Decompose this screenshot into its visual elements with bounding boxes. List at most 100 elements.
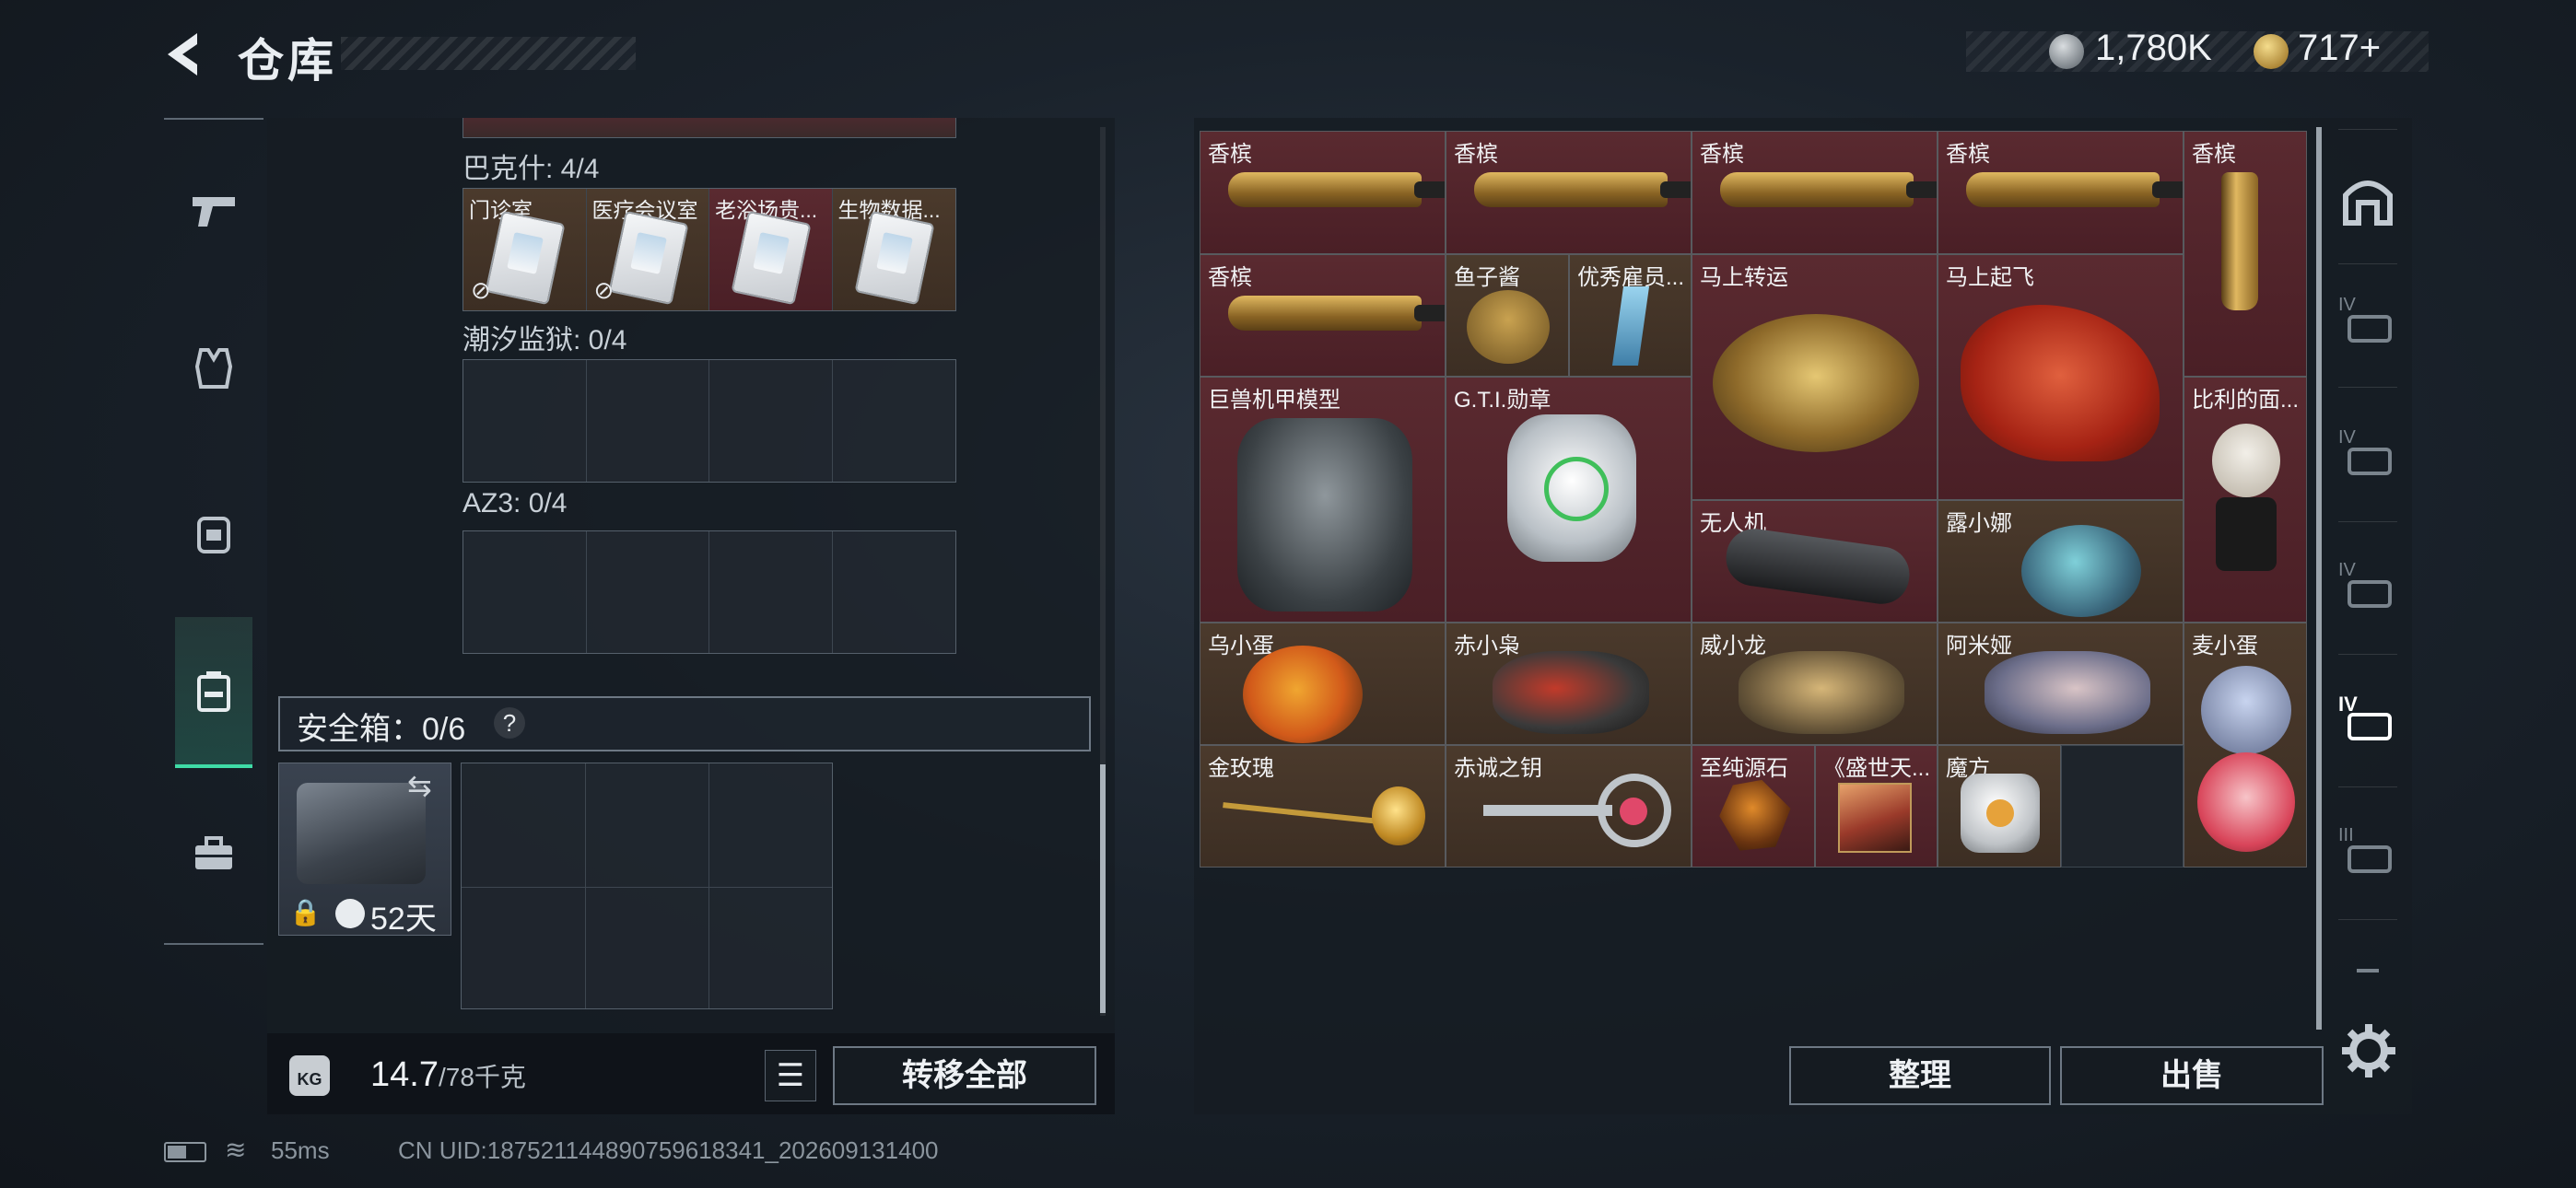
right-nav-case-2[interactable]: IV — [2331, 409, 2405, 501]
bunny-head-icon — [2201, 666, 2291, 754]
item-label: 香槟 — [1946, 142, 1990, 167]
weight-icon: KG — [289, 1055, 330, 1096]
item-employee-award[interactable]: 优秀雇员... — [1569, 254, 1692, 377]
item-champagne[interactable]: 香槟 — [1446, 131, 1692, 254]
tier-label: IV — [2338, 295, 2356, 315]
item-chi-xiaoxiao[interactable]: 赤小枭 — [1446, 623, 1692, 745]
item-golden-rose[interactable]: 金玫瑰 — [1200, 745, 1446, 868]
tier-iv-case-icon: IV — [2338, 295, 2397, 350]
empty-storage-cell[interactable] — [2061, 745, 2184, 868]
item-amiya[interactable]: 阿米娅 — [1938, 623, 2184, 745]
right-nav-case-4-active[interactable]: IV — [2331, 674, 2405, 766]
swap-icon[interactable]: ⇆ — [407, 768, 432, 803]
item-good-fortune[interactable]: 马上转运 — [1692, 254, 1938, 500]
key-slot[interactable]: 医疗会议室 ⊘ — [586, 189, 709, 310]
gold-currency-value[interactable]: 717+ — [2298, 28, 2381, 69]
item-label: 香槟 — [1208, 142, 1252, 167]
champagne-bottle-icon — [1966, 172, 2183, 207]
safe-box-grid[interactable] — [461, 763, 833, 1009]
item-label: 香槟 — [1454, 142, 1498, 167]
empty-key-slot[interactable] — [709, 360, 833, 482]
title-decoration — [341, 37, 636, 70]
item-lu-xiaona[interactable]: 露小娜 — [1938, 500, 2184, 623]
gti-emblem-icon — [1544, 457, 1609, 521]
item-gti-medal[interactable]: G.T.I.勋章 — [1446, 377, 1692, 623]
right-nav-divider — [2338, 129, 2397, 130]
keycard-icon — [607, 210, 689, 306]
keycard-icon — [485, 210, 566, 306]
empty-key-slot[interactable] — [463, 531, 587, 653]
right-nav-divider — [2338, 387, 2397, 388]
help-icon[interactable]: ? — [494, 707, 525, 739]
nav-backpack[interactable] — [164, 477, 263, 588]
champagne-bottle-icon — [1720, 172, 1937, 207]
item-label: 比利的面... — [2192, 388, 2300, 413]
previous-section-slot-row — [463, 118, 956, 138]
item-champagne[interactable]: 香槟 — [2184, 131, 2307, 377]
item-drone[interactable]: 无人机 — [1692, 500, 1938, 623]
item-magic-cube[interactable]: 魔方 — [1938, 745, 2061, 868]
nav-toolbox[interactable] — [164, 799, 263, 910]
nav-armor[interactable] — [164, 313, 263, 424]
item-label: 金玫瑰 — [1208, 756, 1274, 781]
key-slot[interactable]: 门诊室 ⊘ — [463, 189, 587, 310]
empty-key-slot[interactable] — [709, 531, 833, 653]
tier-label: III — [2338, 825, 2354, 845]
item-label: 赤诚之钥 — [1454, 756, 1542, 781]
right-scrollbar-thumb[interactable] — [2316, 127, 2322, 1030]
sell-button[interactable]: 出售 — [2060, 1046, 2324, 1105]
item-mech-model[interactable]: 巨兽机甲模型 — [1200, 377, 1446, 623]
left-scrollbar-thumb[interactable] — [1100, 764, 1106, 1013]
settings-button[interactable] — [2340, 1022, 2397, 1079]
item-label: 威小龙 — [1700, 634, 1766, 658]
right-nav-base[interactable] — [2331, 155, 2405, 247]
item-champagne[interactable]: 香槟 — [1692, 131, 1938, 254]
item-pure-originium[interactable]: 至纯源石 — [1692, 745, 1815, 868]
empty-key-slot[interactable] — [586, 531, 709, 653]
item-wei-xiaolong[interactable]: 威小龙 — [1692, 623, 1938, 745]
item-label: 马上转运 — [1700, 265, 1788, 290]
back-button[interactable] — [158, 28, 214, 81]
item-champagne[interactable]: 香槟 — [1200, 131, 1446, 254]
gun-icon — [193, 197, 235, 227]
empty-key-slot[interactable] — [463, 360, 587, 482]
empty-key-slot[interactable] — [832, 531, 955, 653]
weight-readout: 14.7/78千克 — [370, 1055, 526, 1095]
item-mai-xiaodan[interactable]: 麦小蛋 — [2184, 623, 2307, 868]
empty-key-slot[interactable] — [832, 360, 955, 482]
transfer-all-button[interactable]: 转移全部 — [833, 1046, 1096, 1105]
base-icon — [2343, 181, 2393, 226]
tidy-button[interactable]: 整理 — [1789, 1046, 2051, 1105]
weight-max: /78千克 — [438, 1063, 526, 1091]
item-take-off[interactable]: 马上起飞 — [1938, 254, 2184, 500]
key-slot[interactable]: 老浴场贵... — [709, 189, 833, 310]
champagne-bottle-icon — [1228, 172, 1445, 207]
right-nav-case-3[interactable]: IV — [2331, 542, 2405, 634]
no-bind-icon: ⊘ — [471, 276, 491, 304]
empty-key-slot[interactable] — [586, 360, 709, 482]
item-champagne[interactable]: 香槟 — [1200, 254, 1446, 377]
item-book[interactable]: 《盛世天... — [1815, 745, 1938, 868]
section-label-az3: AZ3: 0/4 — [463, 488, 568, 518]
right-nav-more-icon — [2357, 969, 2379, 973]
nav-weapons[interactable] — [164, 155, 263, 265]
egg-icon — [2197, 752, 2295, 852]
list-view-button[interactable]: ☰ — [765, 1050, 816, 1101]
golden-horse-wheel-icon — [1713, 314, 1919, 452]
item-caviar[interactable]: 鱼子酱 — [1446, 254, 1569, 377]
storage-grid: 香槟 香槟 香槟 香槟 香槟 香槟 鱼子酱 优秀雇员... 马上转运 马上起飞 … — [1200, 131, 2307, 868]
case-outline — [2348, 315, 2392, 343]
item-champagne[interactable]: 香槟 — [1938, 131, 2184, 254]
item-billy-mask[interactable]: 比利的面... — [2184, 377, 2307, 623]
key-grid-az3 — [463, 530, 956, 654]
item-key-of-sincerity[interactable]: 赤诚之钥 — [1446, 745, 1692, 868]
key-slot[interactable]: 生物数据... — [832, 189, 955, 310]
backpack-icon — [197, 517, 230, 553]
keycard-icon — [731, 210, 812, 306]
right-nav-case-5[interactable]: III — [2331, 807, 2405, 899]
right-nav-case-1[interactable]: IV — [2331, 276, 2405, 368]
item-wu-xiaodan[interactable]: 乌小蛋 — [1200, 623, 1446, 745]
crystal-trophy-icon — [1611, 286, 1650, 366]
nav-secure-case[interactable] — [175, 617, 252, 768]
item-label: 阿米娅 — [1946, 634, 2012, 658]
